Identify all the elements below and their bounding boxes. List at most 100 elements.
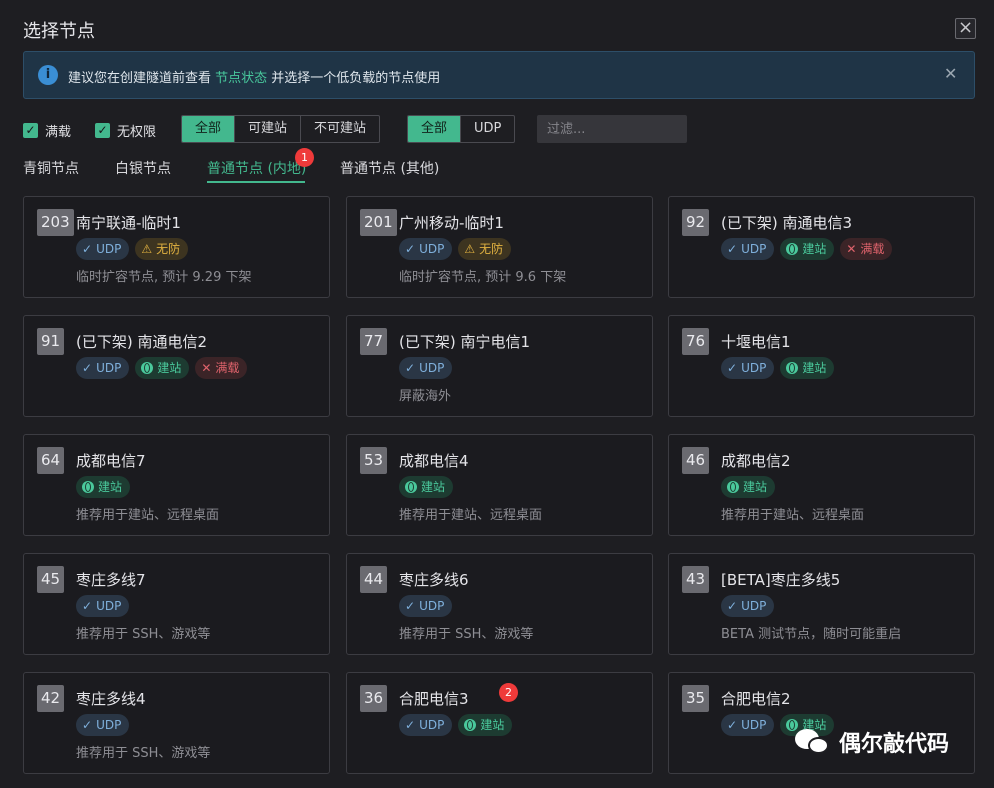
build-filter-all[interactable]: 全部 [182, 116, 235, 142]
node-id: 92 [682, 209, 710, 236]
node-card[interactable]: 44 枣庄多线6 ✓ UDP 推荐用于 SSH、游戏等 [346, 553, 653, 655]
tag-label: 满载 [860, 242, 885, 256]
node-card[interactable]: 76 十堰电信1 ✓ UDP 建站 [668, 315, 975, 417]
node-card[interactable]: 77 (已下架) 南宁电信1 ✓ UDP 屏蔽海外 [346, 315, 653, 417]
node-tags: ✓ UDP ⚠ 无防 [76, 238, 189, 260]
tag-site: 建站 [399, 476, 454, 498]
check-icon: ✓ [82, 361, 93, 375]
node-status-link[interactable]: 节点状态 [215, 71, 267, 86]
filter-bar: ✓ 满载 ✓ 无权限 全部 可建站 不可建站 全部 UDP [23, 115, 973, 143]
watermark: 偶尔敲代码 [795, 726, 949, 758]
node-card[interactable]: 53 成都电信4 建站 推荐用于建站、远程桌面 [346, 434, 653, 536]
filter-input[interactable] [537, 115, 687, 143]
check-icon: ✓ [82, 718, 93, 732]
info-icon: i [38, 65, 58, 85]
build-filter-group: 全部 可建站 不可建站 [181, 115, 381, 143]
node-card[interactable]: 46 成都电信2 建站 推荐用于建站、远程桌面 [668, 434, 975, 536]
tag-site: 建站 [76, 476, 131, 498]
full-load-checkbox[interactable]: ✓ 满载 [23, 122, 71, 140]
dialog-title: 选择节点 [23, 21, 95, 42]
node-card[interactable]: 92 (已下架) 南通电信3 ✓ UDP 建站 ✕ 满载 [668, 196, 975, 298]
node-id: 43 [682, 566, 710, 593]
node-tags: 建站 [399, 476, 454, 498]
node-tags: ✓ UDP 建站 [399, 714, 513, 736]
protocol-filter-all[interactable]: 全部 [408, 116, 461, 142]
node-tags: 建站 [721, 476, 776, 498]
close-icon: ✕ [201, 361, 212, 375]
node-id: 64 [37, 447, 65, 474]
node-tags: ✓ UDP [76, 714, 130, 736]
alert-close-icon[interactable]: ✕ [944, 64, 957, 83]
node-card[interactable]: 43 [BETA]枣庄多线5 ✓ UDP BETA 测试节点，随时可能重启 [668, 553, 975, 655]
node-card[interactable]: 45 枣庄多线7 ✓ UDP 推荐用于 SSH、游戏等 [23, 553, 330, 655]
node-id: 36 [360, 685, 388, 712]
node-tags: ✓ UDP [721, 595, 775, 617]
node-tags: ✓ UDP 建站 [721, 357, 835, 379]
build-filter-can-build[interactable]: 可建站 [234, 116, 300, 142]
node-id: 42 [37, 685, 65, 712]
node-id: 44 [360, 566, 388, 593]
tag-label: UDP [741, 718, 767, 732]
node-id: 201 [360, 209, 397, 236]
node-card[interactable]: 42 枣庄多线4 ✓ UDP 推荐用于 SSH、游戏等 [23, 672, 330, 774]
node-name: 枣庄多线6 [399, 571, 469, 589]
tag-label: 建站 [480, 718, 505, 732]
no-permission-checkbox[interactable]: ✓ 无权限 [95, 122, 156, 140]
tag-label: UDP [96, 599, 122, 613]
node-card[interactable]: 64 成都电信7 建站 推荐用于建站、远程桌面 [23, 434, 330, 536]
globe-icon [727, 481, 739, 493]
node-id: 203 [37, 209, 74, 236]
tag-udp: ✓ UDP [76, 238, 130, 260]
node-card[interactable]: 36 合肥电信3 ✓ UDP 建站 2 [346, 672, 653, 774]
protocol-filter-group: 全部 UDP [407, 115, 516, 143]
node-description: BETA 测试节点，随时可能重启 [721, 627, 902, 642]
node-name: (已下架) 南宁电信1 [399, 333, 531, 351]
info-alert: i 建议您在创建隧道前查看 节点状态 并选择一个低负载的节点使用 ✕ [23, 51, 975, 99]
node-id: 35 [682, 685, 710, 712]
node-name: 广州移动-临时1 [399, 214, 504, 232]
node-tags: ✓ UDP [399, 357, 453, 379]
tag-full: ✕ 满载 [840, 238, 893, 260]
tab-normal-mainland[interactable]: 普通节点 (内地) [207, 158, 306, 178]
node-name: 枣庄多线7 [76, 571, 146, 589]
tag-udp: ✓ UDP [721, 238, 775, 260]
node-tags: ✓ UDP 建站 ✕ 满载 [76, 357, 248, 379]
node-card[interactable]: 201 广州移动-临时1 ✓ UDP ⚠ 无防 临时扩容节点, 预计 9.6 下架 [346, 196, 653, 298]
tag-label: UDP [96, 718, 122, 732]
globe-icon [464, 719, 477, 731]
node-card[interactable]: 91 (已下架) 南通电信2 ✓ UDP 建站 ✕ 满载 [23, 315, 330, 417]
node-name: 成都电信2 [721, 452, 791, 470]
protocol-filter-udp[interactable]: UDP [460, 116, 514, 142]
tab-badge: 1 [295, 148, 314, 167]
node-card[interactable]: 35 合肥电信2 ✓ UDP 建站 [668, 672, 975, 774]
check-icon: ✓ [727, 242, 738, 256]
node-id: 46 [682, 447, 710, 474]
check-icon: ✓ [727, 361, 738, 375]
tag-udp: ✓ UDP [76, 357, 130, 379]
tab-bronze[interactable]: 青铜节点 [23, 158, 79, 178]
check-icon: ✓ [727, 718, 738, 732]
node-name: 合肥电信3 [399, 690, 469, 708]
node-description: 临时扩容节点, 预计 9.29 下架 [76, 270, 252, 285]
tag-label: 无防 [479, 242, 504, 256]
watermark-text: 偶尔敲代码 [839, 732, 950, 757]
build-filter-cannot-build[interactable]: 不可建站 [300, 116, 379, 142]
check-icon: ✓ [405, 718, 416, 732]
close-dialog-button[interactable]: × [955, 18, 976, 39]
node-tags: 建站 [76, 476, 131, 498]
tag-label: 建站 [802, 242, 827, 256]
tab-silver[interactable]: 白银节点 [115, 158, 171, 178]
tag-label: 建站 [157, 361, 182, 375]
tag-nodef: ⚠ 无防 [135, 238, 189, 260]
node-name: [BETA]枣庄多线5 [721, 571, 841, 589]
node-badge: 2 [499, 683, 518, 702]
tag-label: UDP [96, 361, 122, 375]
globe-icon [786, 243, 799, 255]
node-card[interactable]: 203 南宁联通-临时1 ✓ UDP ⚠ 无防 临时扩容节点, 预计 9.29 下架 [23, 196, 330, 298]
tab-normal-other[interactable]: 普通节点 (其他) [340, 158, 439, 178]
tag-udp: ✓ UDP [721, 714, 775, 736]
alert-text-after: 并选择一个低负载的节点使用 [267, 71, 441, 86]
tag-site: 建站 [780, 357, 835, 379]
tag-label: 满载 [215, 361, 240, 375]
tag-udp: ✓ UDP [399, 238, 453, 260]
